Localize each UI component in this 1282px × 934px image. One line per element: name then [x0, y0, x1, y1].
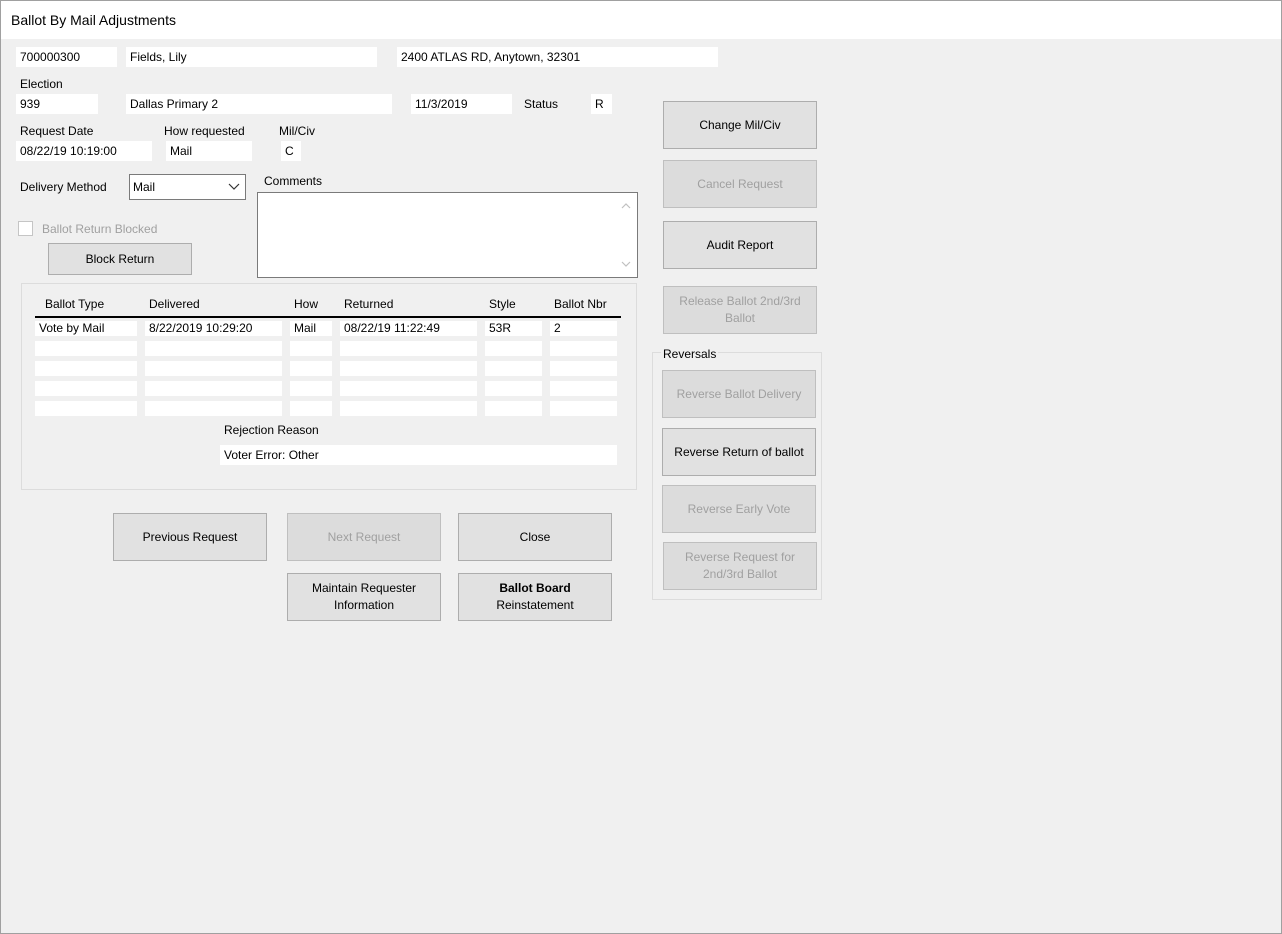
header-divider: [35, 316, 621, 318]
maintain-requester-button[interactable]: Maintain Requester Information: [287, 573, 441, 621]
ballot-return-blocked-checkbox[interactable]: [18, 221, 33, 236]
table-cell[interactable]: 08/22/19 11:22:49: [340, 321, 477, 336]
table-cell[interactable]: [145, 341, 282, 356]
how-requested-field[interactable]: Mail: [166, 141, 252, 161]
table-cell[interactable]: 2: [550, 321, 617, 336]
status-label: Status: [524, 97, 559, 111]
table-cell[interactable]: [35, 341, 137, 356]
reverse-request-button[interactable]: Reverse Request for 2nd/3rd Ballot: [663, 542, 817, 590]
election-name-field[interactable]: Dallas Primary 2: [126, 94, 392, 114]
election-date-field[interactable]: 11/3/2019: [411, 94, 512, 114]
reinstatement-label: Reinstatement: [496, 598, 574, 612]
table-cell[interactable]: [290, 381, 332, 396]
request-date-field[interactable]: 08/22/19 10:19:00: [16, 141, 152, 161]
ballot-group: Ballot Type Delivered How Returned Style…: [21, 283, 637, 490]
table-cell[interactable]: [485, 361, 542, 376]
reversals-label: Reversals: [661, 347, 719, 361]
ballot-board-reinstatement-button[interactable]: Ballot Board Reinstatement: [458, 573, 612, 621]
table-cell[interactable]: [145, 401, 282, 416]
rejection-reason-field[interactable]: Voter Error: Other: [220, 445, 617, 465]
title-bar: Ballot By Mail Adjustments: [1, 1, 1281, 39]
table-cell[interactable]: [35, 361, 137, 376]
table-cell[interactable]: 53R: [485, 321, 542, 336]
next-request-label: Next Request: [327, 529, 401, 544]
reverse-return-label: Reverse Return of ballot: [674, 444, 804, 459]
table-cell[interactable]: [485, 341, 542, 356]
close-button[interactable]: Close: [458, 513, 612, 561]
table-cell[interactable]: [35, 381, 137, 396]
header-how: How: [294, 297, 319, 311]
maintain-requester-label: Maintain Requester Information: [311, 581, 417, 612]
table-cell[interactable]: [145, 381, 282, 396]
block-return-label: Block Return: [85, 251, 155, 266]
cancel-request-label: Cancel Request: [697, 176, 783, 191]
change-milciv-label: Change Mil/Civ: [699, 117, 781, 132]
milciv-field[interactable]: C: [281, 141, 301, 161]
release-ballot-button[interactable]: Release Ballot 2nd/3rd Ballot: [663, 286, 817, 334]
table-cell[interactable]: [340, 361, 477, 376]
change-milciv-button[interactable]: Change Mil/Civ: [663, 101, 817, 149]
window-title: Ballot By Mail Adjustments: [11, 12, 176, 28]
ballot-return-blocked-label: Ballot Return Blocked: [42, 222, 158, 236]
milciv-label: Mil/Civ: [279, 124, 315, 138]
table-cell[interactable]: [485, 401, 542, 416]
reverse-ballot-delivery-button[interactable]: Reverse Ballot Delivery: [662, 370, 816, 418]
audit-report-label: Audit Report: [706, 237, 774, 252]
election-label: Election: [20, 77, 63, 91]
header-style: Style: [489, 297, 516, 311]
table-cell[interactable]: [340, 401, 477, 416]
scroll-down-icon[interactable]: [621, 261, 631, 268]
ballot-board-label: Ballot Board: [499, 581, 571, 595]
reverse-early-vote-button[interactable]: Reverse Early Vote: [662, 485, 816, 533]
table-cell[interactable]: [35, 401, 137, 416]
header-ballot-type: Ballot Type: [45, 297, 105, 311]
voter-id-field[interactable]: 700000300: [16, 47, 117, 67]
header-returned: Returned: [344, 297, 394, 311]
table-cell[interactable]: [145, 361, 282, 376]
status-field[interactable]: R: [591, 94, 612, 114]
voter-name-field[interactable]: Fields, Lily: [126, 47, 377, 67]
voter-address-field[interactable]: 2400 ATLAS RD, Anytown, 32301: [397, 47, 718, 67]
table-cell[interactable]: [290, 361, 332, 376]
header-delivered: Delivered: [149, 297, 200, 311]
table-cell[interactable]: [290, 401, 332, 416]
table-cell[interactable]: [290, 341, 332, 356]
cancel-request-button[interactable]: Cancel Request: [663, 160, 817, 208]
window: Ballot By Mail Adjustments 700000300 Fie…: [0, 0, 1282, 934]
table-cell[interactable]: [340, 381, 477, 396]
how-requested-label: How requested: [164, 124, 245, 138]
election-number-field[interactable]: 939: [16, 94, 98, 114]
reverse-request-label: Reverse Request for 2nd/3rd Ballot: [684, 550, 796, 581]
chevron-down-icon: [228, 183, 240, 190]
table-cell[interactable]: Vote by Mail: [35, 321, 137, 336]
release-ballot-label: Release Ballot 2nd/3rd Ballot: [679, 294, 801, 325]
reverse-return-button[interactable]: Reverse Return of ballot: [662, 428, 816, 476]
reverse-early-vote-label: Reverse Early Vote: [687, 501, 791, 516]
delivery-method-select[interactable]: Mail: [129, 174, 246, 200]
audit-report-button[interactable]: Audit Report: [663, 221, 817, 269]
reverse-ballot-delivery-label: Reverse Ballot Delivery: [676, 386, 802, 401]
comments-label: Comments: [264, 174, 323, 188]
comments-textarea[interactable]: [257, 192, 638, 278]
table-cell[interactable]: [485, 381, 542, 396]
table-cell[interactable]: [550, 401, 617, 416]
rejection-reason-label: Rejection Reason: [224, 423, 319, 437]
close-label: Close: [519, 529, 551, 544]
delivery-method-value: Mail: [133, 180, 156, 194]
table-cell[interactable]: [550, 381, 617, 396]
table-cell[interactable]: [550, 341, 617, 356]
delivery-method-label: Delivery Method: [20, 180, 107, 194]
table-cell[interactable]: [550, 361, 617, 376]
request-date-label: Request Date: [20, 124, 94, 138]
previous-request-button[interactable]: Previous Request: [113, 513, 267, 561]
table-cell[interactable]: [340, 341, 477, 356]
table-cell[interactable]: 8/22/2019 10:29:20: [145, 321, 282, 336]
next-request-button[interactable]: Next Request: [287, 513, 441, 561]
header-ballot-nbr: Ballot Nbr: [554, 297, 607, 311]
table-cell[interactable]: Mail: [290, 321, 332, 336]
block-return-button[interactable]: Block Return: [48, 243, 192, 275]
scroll-up-icon[interactable]: [621, 202, 631, 209]
previous-request-label: Previous Request: [142, 529, 238, 544]
